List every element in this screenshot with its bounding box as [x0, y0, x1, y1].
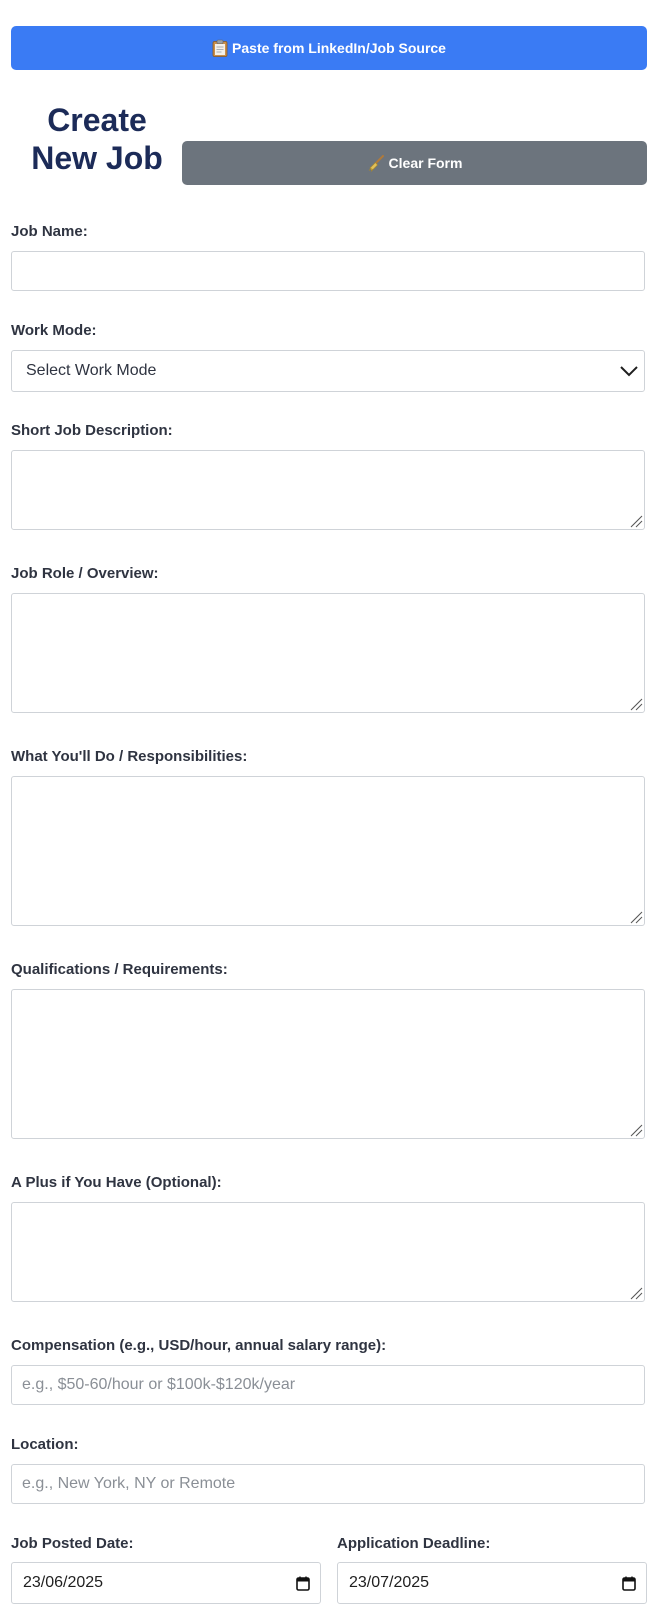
calendar-icon[interactable] — [296, 1576, 310, 1591]
role-overview-label: Job Role / Overview: — [11, 565, 159, 582]
deadline-input[interactable]: 23/07/2025 — [337, 1562, 647, 1604]
compensation-label: Compensation (e.g., USD/hour, annual sal… — [11, 1337, 387, 1354]
compensation-input[interactable] — [11, 1365, 645, 1405]
resize-handle-icon[interactable] — [629, 910, 643, 924]
qualifications-textarea[interactable] — [11, 989, 645, 1139]
responsibilities-textarea[interactable] — [11, 776, 645, 926]
work-mode-selected: Select Work Mode — [26, 362, 157, 379]
qualifications-label: Qualifications / Requirements: — [11, 961, 228, 978]
plus-label: A Plus if You Have (Optional): — [11, 1174, 222, 1191]
work-mode-select[interactable]: Select Work Mode — [11, 350, 645, 392]
resize-handle-icon[interactable] — [629, 697, 643, 711]
resize-handle-icon[interactable] — [629, 1286, 643, 1300]
short-description-label: Short Job Description: — [11, 422, 173, 439]
posted-date-label: Job Posted Date: — [11, 1535, 134, 1552]
clear-button-label: Clear Form — [388, 155, 463, 171]
paste-button-label: Paste from LinkedIn/Job Source — [232, 40, 446, 56]
deadline-label: Application Deadline: — [337, 1535, 491, 1552]
location-input[interactable] — [11, 1464, 645, 1504]
clear-form-button[interactable]: Clear Form — [182, 141, 647, 185]
page-title: Create New Job — [31, 102, 163, 176]
broom-icon — [367, 154, 385, 172]
paste-from-source-button[interactable]: Paste from LinkedIn/Job Source — [11, 26, 647, 70]
responsibilities-label: What You'll Do / Responsibilities: — [11, 748, 248, 765]
plus-textarea[interactable] — [11, 1202, 645, 1302]
job-name-input[interactable] — [11, 251, 645, 291]
location-label: Location: — [11, 1436, 79, 1453]
chevron-down-icon — [618, 364, 640, 378]
role-overview-textarea[interactable] — [11, 593, 645, 713]
posted-date-input[interactable]: 23/06/2025 — [11, 1562, 321, 1604]
work-mode-label: Work Mode: — [11, 322, 97, 339]
deadline-value: 23/07/2025 — [349, 1574, 430, 1591]
short-description-textarea[interactable] — [11, 450, 645, 530]
clipboard-icon — [212, 39, 228, 57]
posted-date-value: 23/06/2025 — [23, 1574, 104, 1591]
calendar-icon[interactable] — [622, 1576, 636, 1591]
job-name-label: Job Name: — [11, 223, 88, 240]
resize-handle-icon[interactable] — [629, 514, 643, 528]
resize-handle-icon[interactable] — [629, 1123, 643, 1137]
